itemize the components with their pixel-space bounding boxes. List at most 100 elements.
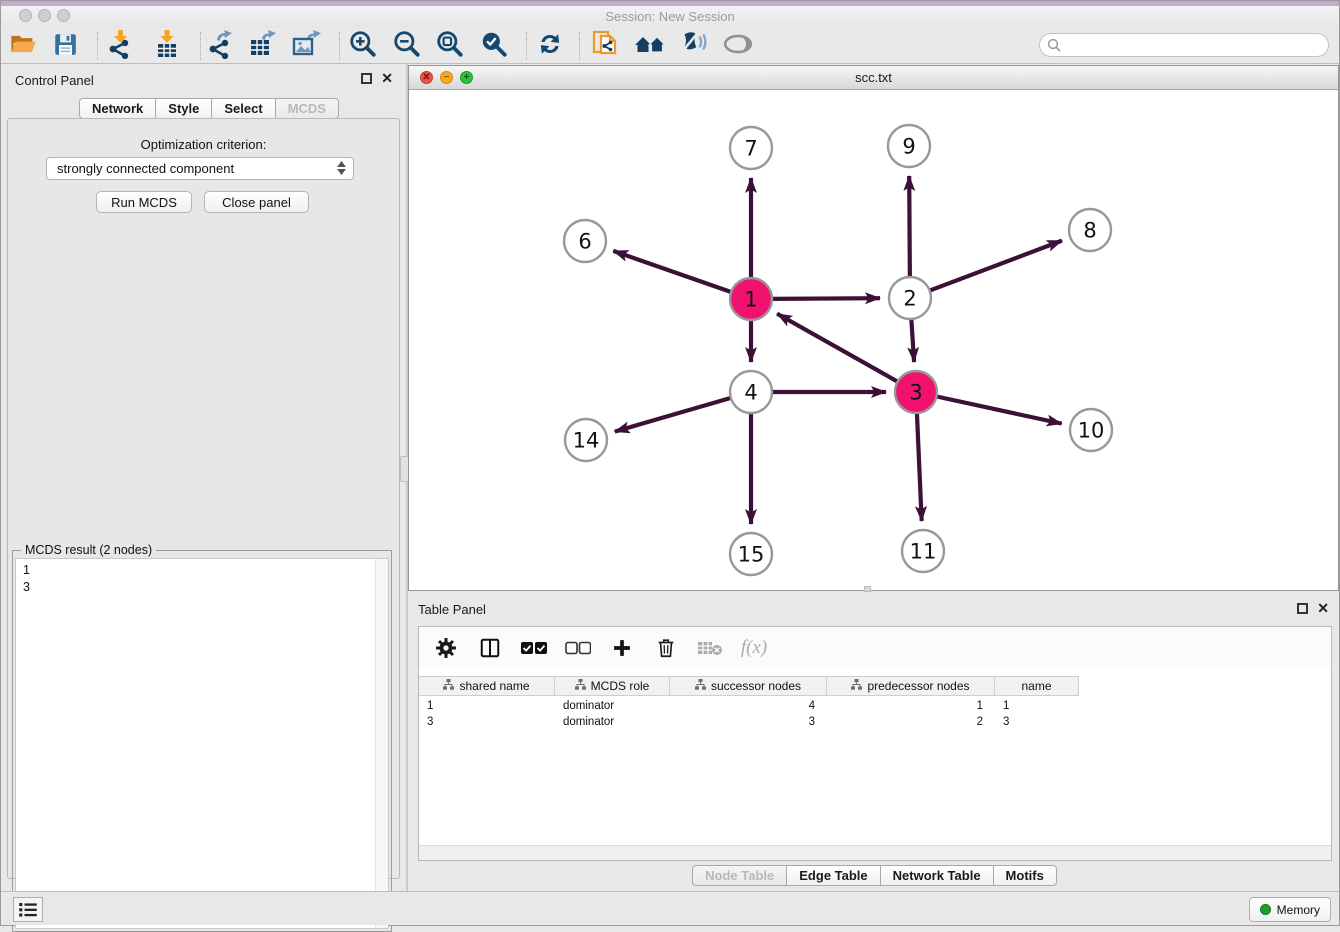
function-builder-button-disabled[interactable]: f(x) xyxy=(739,635,769,661)
column-header-successor-nodes[interactable]: successor nodes xyxy=(670,677,827,695)
graph-node-15[interactable]: 15 xyxy=(730,533,772,575)
tab-style[interactable]: Style xyxy=(156,98,212,119)
tab-mcds[interactable]: MCDS xyxy=(276,98,339,119)
export-network-button[interactable] xyxy=(202,31,236,61)
float-panel-icon[interactable] xyxy=(361,73,372,84)
hierarchy-icon xyxy=(851,679,862,693)
column-header-MCDS-role[interactable]: MCDS role xyxy=(555,677,670,695)
cell-shared-name[interactable]: 1 xyxy=(419,698,555,714)
tab-node-table[interactable]: Node Table xyxy=(692,865,787,886)
save-session-button[interactable] xyxy=(48,31,82,61)
cell-shared-name[interactable]: 3 xyxy=(419,714,555,730)
svg-text:1: 1 xyxy=(744,288,757,312)
graph-node-14[interactable]: 14 xyxy=(565,419,607,461)
graph-node-3[interactable]: 3 xyxy=(895,371,937,413)
graph-node-7[interactable]: 7 xyxy=(730,127,772,169)
zoom-out-button[interactable] xyxy=(390,31,424,61)
hierarchy-icon xyxy=(443,679,454,693)
svg-text:8: 8 xyxy=(1083,219,1096,243)
edge-2-9[interactable] xyxy=(909,176,910,278)
zoom-fit-button[interactable] xyxy=(433,31,467,61)
column-header-shared-name[interactable]: shared name xyxy=(419,677,555,695)
cell-MCDS-role[interactable]: dominator xyxy=(555,698,670,714)
column-header-predecessor-nodes[interactable]: predecessor nodes xyxy=(827,677,995,695)
open-session-button[interactable] xyxy=(6,31,40,61)
edge-3-1[interactable] xyxy=(777,314,898,382)
network-canvas[interactable]: 1 2 3 4 6 7 8 9 10 11 14 15 xyxy=(409,90,1338,590)
graph-node-10[interactable]: 10 xyxy=(1070,409,1112,451)
cell-predecessor-nodes[interactable]: 1 xyxy=(827,698,995,714)
hide-graphics-icon xyxy=(678,30,708,63)
table-panel-tabs: Node TableEdge TableNetwork TableMotifs xyxy=(408,865,1340,886)
cell-name[interactable]: 1 xyxy=(995,698,1079,714)
toggle-column-panel-button[interactable] xyxy=(475,635,505,661)
cell-MCDS-role[interactable]: dominator xyxy=(555,714,670,730)
table-row[interactable]: 3dominator323 xyxy=(419,714,1079,730)
cell-successor-nodes[interactable]: 3 xyxy=(670,714,827,730)
import-table-button[interactable] xyxy=(150,31,184,61)
graph-node-8[interactable]: 8 xyxy=(1069,209,1111,251)
column-label: predecessor nodes xyxy=(867,679,969,693)
edge-3-11[interactable] xyxy=(917,412,922,521)
cell-predecessor-nodes[interactable]: 2 xyxy=(827,714,995,730)
close-panel-icon[interactable]: ✕ xyxy=(381,72,393,85)
table-settings-button[interactable] xyxy=(431,635,461,661)
tab-select[interactable]: Select xyxy=(212,98,275,119)
cell-successor-nodes[interactable]: 4 xyxy=(670,698,827,714)
houses-icon xyxy=(634,30,666,63)
zoom-in-button[interactable] xyxy=(346,31,380,61)
edge-1-6[interactable] xyxy=(613,251,732,293)
graph-node-11[interactable]: 11 xyxy=(902,530,944,572)
tab-network[interactable]: Network xyxy=(79,98,156,119)
column-header-name[interactable]: name xyxy=(995,677,1079,695)
hierarchy-icon xyxy=(575,679,586,693)
edge-2-8[interactable] xyxy=(929,241,1062,291)
run-mcds-button[interactable]: Run MCDS xyxy=(96,191,192,213)
new-network-from-selection-button[interactable] xyxy=(589,31,623,61)
edge-2-3[interactable] xyxy=(911,318,914,362)
export-image-button[interactable] xyxy=(289,31,323,61)
refresh-layout-button[interactable] xyxy=(533,31,567,61)
task-history-button[interactable] xyxy=(13,897,43,922)
create-column-button[interactable] xyxy=(607,635,637,661)
close-panel-button[interactable]: Close panel xyxy=(204,191,309,213)
graph-node-2[interactable]: 2 xyxy=(889,277,931,319)
memory-button[interactable]: Memory xyxy=(1249,897,1331,922)
table-horizontal-scrollbar[interactable] xyxy=(419,845,1331,860)
cell-name[interactable]: 3 xyxy=(995,714,1079,730)
edge-1-2[interactable] xyxy=(771,298,880,299)
mcds-result-title: MCDS result (2 nodes) xyxy=(21,543,156,557)
table-row[interactable]: 1dominator411 xyxy=(419,698,1079,714)
graph-node-6[interactable]: 6 xyxy=(564,220,606,262)
delete-table-button-disabled[interactable] xyxy=(695,635,725,661)
criterion-dropdown[interactable]: strongly connected component xyxy=(46,157,354,180)
control-panel-tabs: NetworkStyleSelectMCDS xyxy=(79,98,339,119)
search-field[interactable] xyxy=(1039,33,1329,57)
search-input[interactable] xyxy=(1061,35,1328,55)
mcds-result-area[interactable]: 1 3 xyxy=(15,558,389,929)
houses-button[interactable] xyxy=(633,31,667,61)
result-scrollbar[interactable] xyxy=(375,559,388,928)
graph-node-4[interactable]: 4 xyxy=(730,371,772,413)
unselect-all-columns-button[interactable] xyxy=(563,635,593,661)
graph-node-1[interactable]: 1 xyxy=(730,278,772,320)
canvas-scroll-handle[interactable] xyxy=(864,586,871,592)
network-window-titlebar[interactable]: ✕ − + scc.txt xyxy=(409,66,1338,90)
import-network-button[interactable] xyxy=(102,31,136,61)
node-table-container: f(x) shared nameMCDS rolesuccessor nodes… xyxy=(418,626,1332,861)
zoom-in-icon xyxy=(348,29,378,64)
birds-eye-button[interactable] xyxy=(721,31,755,61)
close-table-panel-icon[interactable]: ✕ xyxy=(1317,602,1329,615)
graph-node-9[interactable]: 9 xyxy=(888,125,930,167)
edge-4-14[interactable] xyxy=(615,398,732,432)
export-table-button[interactable] xyxy=(245,31,279,61)
tab-motifs[interactable]: Motifs xyxy=(994,865,1057,886)
tab-edge-table[interactable]: Edge Table xyxy=(787,865,880,886)
float-table-panel-icon[interactable] xyxy=(1297,603,1308,614)
tab-network-table[interactable]: Network Table xyxy=(881,865,994,886)
hide-graphics-details-button[interactable] xyxy=(676,31,710,61)
zoom-selected-button[interactable] xyxy=(477,31,511,61)
edge-3-10[interactable] xyxy=(936,396,1062,423)
delete-column-button[interactable] xyxy=(651,635,681,661)
select-all-columns-button[interactable] xyxy=(519,635,549,661)
